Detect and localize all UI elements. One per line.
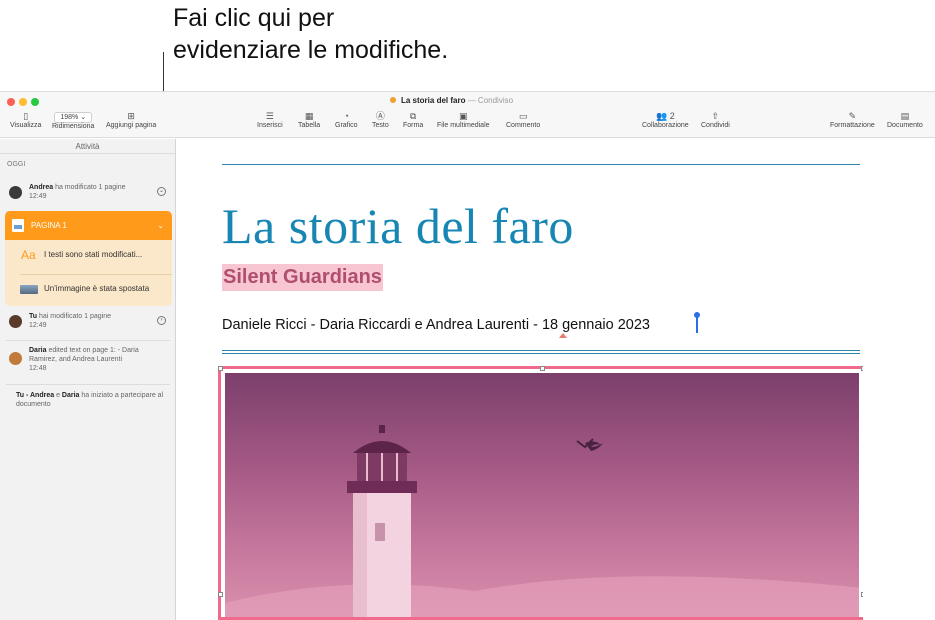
chart-icon: ◔	[343, 111, 349, 121]
avatar	[9, 352, 22, 365]
divider	[6, 340, 170, 341]
page-1-header[interactable]: PAGINA 1 ⌄	[5, 211, 172, 240]
image-thumb-icon	[20, 285, 38, 294]
close-window-button[interactable]	[7, 98, 15, 106]
zoom-select[interactable]: 198% ⌄	[54, 112, 93, 123]
paintbrush-icon: ✎	[848, 111, 857, 121]
view-button[interactable]: ▯ Visualizza	[10, 110, 41, 129]
collaboration-button[interactable]: 👥 2 Collaborazione	[642, 110, 689, 129]
section-today: OGGI	[7, 161, 26, 168]
activity-item-andrea[interactable]: Andrea ha modificato 1 pagine 12:49 ⌄	[0, 180, 176, 210]
text-change-icon: Aa	[21, 248, 36, 262]
shape-button[interactable]: ⧉ Forma	[403, 110, 423, 129]
text-button[interactable]: Ⓐ Testo	[372, 110, 389, 129]
rule-upper	[222, 350, 860, 351]
collaborator-cursor	[694, 312, 700, 333]
document-subtitle[interactable]: Silent Guardians	[222, 264, 383, 291]
resize-handle[interactable]	[218, 366, 223, 371]
callout-line2: evidenziare le modifiche.	[173, 36, 449, 64]
divider	[6, 384, 170, 385]
document-icon: ▤	[900, 111, 910, 121]
activity-sidebar: Attività OGGI Andrea ha modificato 1 pag…	[0, 139, 176, 620]
document-margin	[863, 139, 935, 620]
share-icon: ⇧	[711, 111, 720, 121]
add-page-button[interactable]: ⊞ Aggiungi pagina	[106, 110, 156, 129]
lighthouse-photo	[225, 373, 859, 617]
page-thumbnail-icon	[12, 219, 24, 232]
shape-icon: ⧉	[409, 111, 417, 121]
media-button[interactable]: ▣ File multimediale	[437, 110, 490, 129]
document-canvas[interactable]: La storia del faro Silent Guardians Dani…	[207, 139, 866, 620]
media-icon: ▣	[459, 111, 468, 121]
document-button[interactable]: ▤ Documento	[887, 110, 923, 129]
activity-item-tu[interactable]: Tu hai modificato 1 pagine 12:49 ›	[0, 309, 176, 339]
zoom-button[interactable]: 198% ⌄ Ridimensiona	[52, 112, 94, 130]
change-image-moved[interactable]: Un'immagine è stata spostata	[5, 274, 172, 304]
collaborators-icon: 👥 2	[655, 111, 675, 121]
comment-button[interactable]: ▭ Commento	[506, 110, 540, 129]
window-title: La storia del faro — Condiviso	[390, 96, 513, 105]
resize-handle[interactable]	[218, 592, 223, 597]
avatar	[9, 186, 22, 199]
sidebar-icon: ▯	[23, 111, 29, 121]
zoom-window-button[interactable]	[31, 98, 39, 106]
lighthouse-image[interactable]	[218, 366, 866, 620]
resize-handle[interactable]	[540, 366, 545, 371]
top-rule	[222, 164, 860, 165]
comment-icon: ▭	[518, 111, 528, 121]
change-text-edited[interactable]: Aa I testi sono stati modificati...	[5, 240, 172, 270]
lighthouse-illustration	[225, 425, 859, 617]
document-byline[interactable]: Daniele Ricci - Daria Riccardi e Andrea …	[222, 317, 650, 333]
chart-button[interactable]: ◔ Grafico	[335, 110, 358, 129]
table-button[interactable]: ▦ Tabella	[298, 110, 320, 129]
chevron-right-icon[interactable]: ›	[157, 316, 166, 325]
add-page-icon: ⊞	[127, 111, 135, 121]
activity-header: Attività	[0, 139, 175, 154]
chevron-down-icon: ⌄	[157, 221, 164, 230]
insert-icon: ☰	[265, 111, 274, 121]
activity-item-joined: Tu - Andrea e Daria ha iniziato a partec…	[16, 392, 164, 408]
edited-dot-icon	[390, 97, 396, 103]
share-button[interactable]: ⇧ Condividi	[701, 110, 730, 129]
format-button[interactable]: ✎ Formattazione	[830, 110, 875, 129]
table-icon: ▦	[304, 111, 314, 121]
minimize-window-button[interactable]	[19, 98, 27, 106]
page-1-changes[interactable]: PAGINA 1 ⌄ Aa I testi sono stati modific…	[5, 211, 172, 306]
toolbar: La storia del faro — Condiviso ▯ Visuali…	[0, 92, 935, 138]
document-title[interactable]: La storia del faro	[222, 197, 574, 255]
chevron-down-icon[interactable]: ⌄	[157, 187, 166, 196]
activity-item-daria[interactable]: Daria edited text on page 1: - Daria Ram…	[0, 346, 176, 382]
text-box-icon: Ⓐ	[375, 111, 385, 121]
avatar	[9, 315, 22, 328]
callout-text: Fai clic qui per evidenziare le modifich…	[173, 2, 448, 66]
callout-line1: Fai clic qui per	[173, 4, 335, 32]
change-marker-icon	[559, 333, 567, 338]
rule-lower	[222, 353, 860, 354]
insert-button[interactable]: ☰ Inserisci	[257, 110, 283, 129]
pages-window: La storia del faro — Condiviso ▯ Visuali…	[0, 91, 935, 620]
